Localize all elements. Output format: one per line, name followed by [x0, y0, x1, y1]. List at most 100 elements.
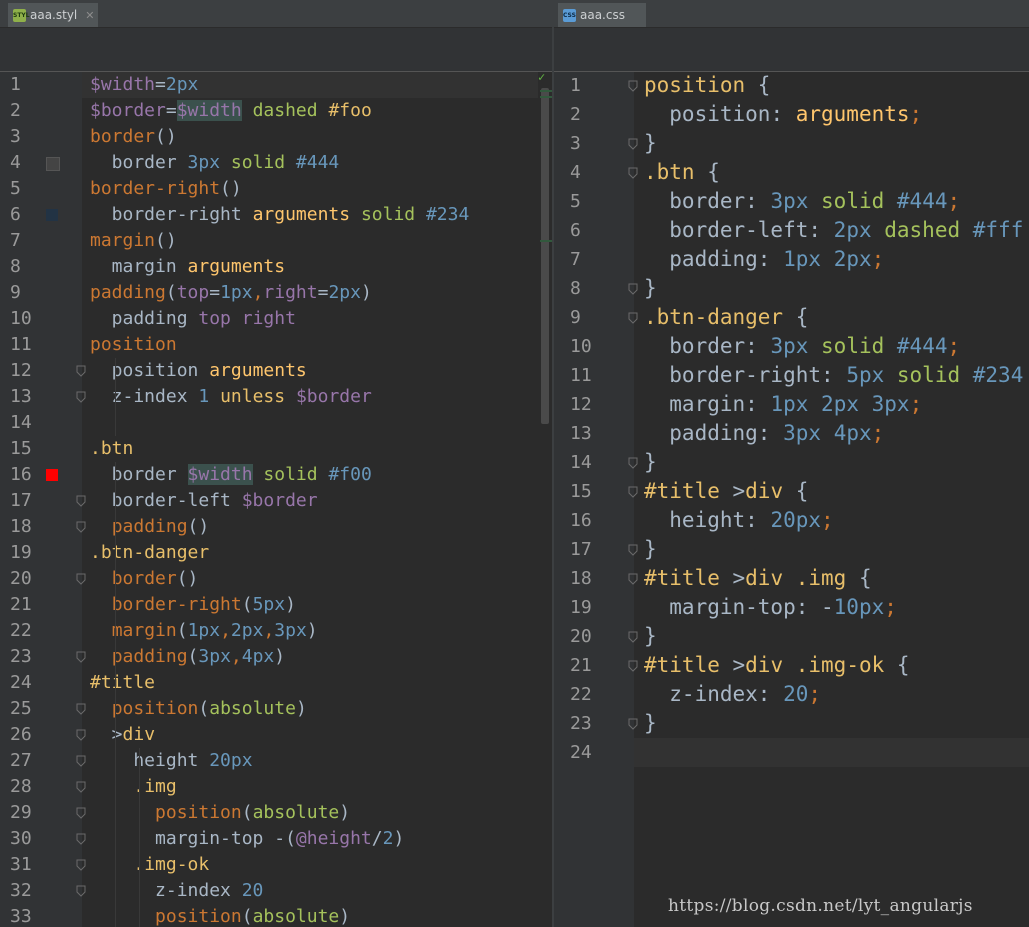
line-number[interactable]: 3: [570, 129, 610, 158]
code-line[interactable]: [82, 410, 538, 436]
fold-marker-icon[interactable]: [628, 660, 638, 672]
line-number[interactable]: 4: [570, 158, 610, 187]
color-swatch-icon[interactable]: [46, 157, 60, 171]
fold-marker-icon[interactable]: [76, 833, 86, 845]
line-number[interactable]: 19: [10, 540, 50, 566]
code-line[interactable]: }: [634, 535, 1029, 564]
line-number[interactable]: 24: [570, 738, 610, 767]
line-number[interactable]: 5: [570, 187, 610, 216]
code-line[interactable]: position(absolute): [82, 800, 538, 826]
fold-marker-icon[interactable]: [628, 312, 638, 324]
left-code-editor[interactable]: $width=2px $border=$width dashed #foo bord…: [82, 72, 538, 927]
fold-marker-icon[interactable]: [628, 457, 638, 469]
code-line[interactable]: margin(): [82, 228, 538, 254]
line-number[interactable]: 4: [10, 150, 50, 176]
code-line[interactable]: border: 3px solid #444;: [634, 187, 1029, 216]
line-number[interactable]: 9: [10, 280, 50, 306]
line-number[interactable]: 12: [10, 358, 50, 384]
code-line[interactable]: margin-top: -10px;: [634, 593, 1029, 622]
code-line[interactable]: padding top right: [82, 306, 538, 332]
line-number[interactable]: 11: [570, 361, 610, 390]
line-number[interactable]: 28: [10, 774, 50, 800]
code-line[interactable]: border(): [82, 124, 538, 150]
left-scrollbar-thumb[interactable]: [541, 88, 549, 424]
line-number[interactable]: 11: [10, 332, 50, 358]
fold-marker-icon[interactable]: [628, 544, 638, 556]
line-number[interactable]: 26: [10, 722, 50, 748]
line-number[interactable]: 20: [10, 566, 50, 592]
line-number[interactable]: 6: [570, 216, 610, 245]
line-number[interactable]: 9: [570, 303, 610, 332]
line-number[interactable]: 18: [10, 514, 50, 540]
fold-marker-icon[interactable]: [76, 807, 86, 819]
line-number[interactable]: 27: [10, 748, 50, 774]
line-number[interactable]: 1: [10, 72, 50, 98]
fold-marker-icon[interactable]: [628, 167, 638, 179]
fold-marker-icon[interactable]: [76, 573, 86, 585]
code-line[interactable]: position {: [634, 71, 1029, 100]
code-line[interactable]: #title >div .img-ok {: [634, 651, 1029, 680]
code-line[interactable]: position(absolute): [82, 904, 538, 927]
code-line[interactable]: height: 20px;: [634, 506, 1029, 535]
code-line[interactable]: border: 3px solid #444;: [634, 332, 1029, 361]
line-number[interactable]: 7: [10, 228, 50, 254]
error-stripe-mark[interactable]: [540, 90, 552, 92]
fold-marker-icon[interactable]: [628, 718, 638, 730]
code-line[interactable]: padding(top=1px,right=2px): [82, 280, 538, 306]
fold-marker-icon[interactable]: [76, 521, 86, 533]
line-number[interactable]: 20: [570, 622, 610, 651]
color-swatch-icon[interactable]: [46, 469, 58, 481]
fold-marker-icon[interactable]: [628, 631, 638, 643]
line-number[interactable]: 23: [10, 644, 50, 670]
line-number[interactable]: 2: [570, 100, 610, 129]
line-number[interactable]: 1: [570, 71, 610, 100]
line-number[interactable]: 15: [10, 436, 50, 462]
code-line[interactable]: margin arguments: [82, 254, 538, 280]
code-line[interactable]: border-right(5px): [82, 592, 538, 618]
line-number[interactable]: 8: [10, 254, 50, 280]
fold-marker-icon[interactable]: [628, 486, 638, 498]
fold-marker-icon[interactable]: [628, 573, 638, 585]
code-line[interactable]: position: [82, 332, 538, 358]
line-number[interactable]: 14: [10, 410, 50, 436]
code-line[interactable]: border-right(): [82, 176, 538, 202]
line-number[interactable]: 16: [570, 506, 610, 535]
line-number[interactable]: 29: [10, 800, 50, 826]
fold-marker-icon[interactable]: [628, 283, 638, 295]
code-line[interactable]: border-right: 5px solid #234: [634, 361, 1029, 390]
fold-marker-icon[interactable]: [76, 651, 86, 663]
line-number[interactable]: 7: [570, 245, 610, 274]
line-number[interactable]: 30: [10, 826, 50, 852]
code-line[interactable]: margin(1px,2px,3px): [82, 618, 538, 644]
code-line[interactable]: .btn-danger {: [634, 303, 1029, 332]
code-line[interactable]: padding(3px,4px): [82, 644, 538, 670]
code-line[interactable]: padding: 1px 2px;: [634, 245, 1029, 274]
code-line[interactable]: border-left: 2px dashed #fff: [634, 216, 1029, 245]
line-number[interactable]: 12: [570, 390, 610, 419]
fold-marker-icon[interactable]: [76, 859, 86, 871]
code-line[interactable]: margin: 1px 2px 3px;: [634, 390, 1029, 419]
fold-marker-icon[interactable]: [76, 885, 86, 897]
fold-marker-icon[interactable]: [76, 781, 86, 793]
code-line[interactable]: #title >div {: [634, 477, 1029, 506]
line-number[interactable]: 19: [570, 593, 610, 622]
line-number[interactable]: 10: [10, 306, 50, 332]
right-code-editor[interactable]: position { position: arguments;} .btn { b…: [634, 72, 1029, 927]
tab-aaa-css[interactable]: CSS aaa.css: [558, 3, 646, 27]
left-editor-pane[interactable]: STYL aaa.styl ✕ $width=2px $border=$width…: [0, 0, 552, 927]
code-line[interactable]: border-right arguments solid #234: [82, 202, 538, 228]
code-line[interactable]: #title >div .img {: [634, 564, 1029, 593]
line-number[interactable]: 3: [10, 124, 50, 150]
error-stripe-mark[interactable]: [540, 96, 552, 98]
fold-marker-icon[interactable]: [628, 138, 638, 150]
fold-marker-icon[interactable]: [76, 729, 86, 741]
code-line[interactable]: .btn-danger: [82, 540, 538, 566]
line-number[interactable]: 17: [10, 488, 50, 514]
code-line[interactable]: $width=2px: [82, 72, 538, 98]
code-line[interactable]: position(absolute): [82, 696, 538, 722]
line-number[interactable]: 31: [10, 852, 50, 878]
line-number[interactable]: 2: [10, 98, 50, 124]
code-line[interactable]: border-left $border: [82, 488, 538, 514]
line-number[interactable]: 13: [10, 384, 50, 410]
code-line[interactable]: #title: [82, 670, 538, 696]
